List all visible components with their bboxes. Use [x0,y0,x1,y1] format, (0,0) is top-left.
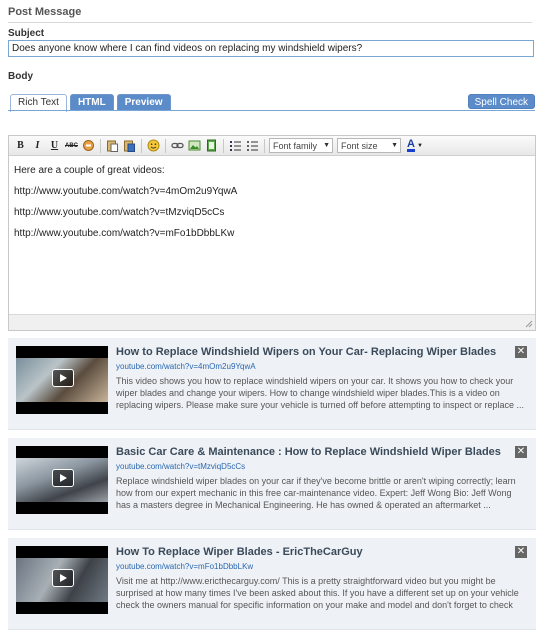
emoticon-icon[interactable] [146,138,161,153]
bold-button[interactable]: B [13,138,28,153]
font-family-select[interactable]: Font family ▼ [269,138,333,153]
font-size-value: Font size [341,140,378,151]
editor-statusbar [9,314,535,330]
toolbar-separator [141,138,142,153]
paste-text-icon[interactable] [105,138,120,153]
close-icon[interactable]: ✕ [515,346,527,358]
video-description: Replace windshield wiper blades on your … [116,476,516,510]
subject-input[interactable] [8,40,534,57]
resize-grip-icon[interactable] [523,318,533,328]
chevron-down-icon: ▼ [391,142,398,149]
link-icon[interactable] [170,138,185,153]
editor-content[interactable]: Here are a couple of great videos: http:… [9,156,535,313]
video-description: This video shows you how to replace wind… [116,376,525,410]
editor-toolbar: B I U ABC Font family ▼ Font size ▼ A ▼ [9,136,535,156]
numbered-list-icon[interactable] [228,138,243,153]
video-url[interactable]: youtube.com/watch?v=mFo1bDbbLKw [116,562,253,571]
underline-button[interactable]: U [47,138,62,153]
rich-text-editor: B I U ABC Font family ▼ Font size ▼ A ▼ … [8,135,536,331]
body-label: Body [8,71,33,82]
font-color-button[interactable]: A ▼ [403,138,427,153]
video-description: Visit me at http://www.ericthecarguy.com… [116,576,519,610]
video-card: Basic Car Care & Maintenance : How to Re… [8,438,536,530]
tab-divider [8,110,535,111]
toolbar-separator [223,138,224,153]
play-icon [52,369,74,387]
tab-html[interactable]: HTML [69,94,114,111]
subject-label: Subject [8,28,45,39]
paste-word-icon[interactable] [122,138,137,153]
video-url[interactable]: youtube.com/watch?v=4mOm2u9YqwA [116,362,256,371]
editor-tabs: Rich Text HTML Preview [10,94,171,112]
chevron-down-icon: ▼ [417,142,423,149]
close-icon[interactable]: ✕ [515,546,527,558]
close-icon[interactable]: ✕ [515,446,527,458]
video-title[interactable]: How to Replace Windshield Wipers on Your… [116,346,496,358]
clear-format-icon[interactable] [81,138,96,153]
toolbar-separator [100,138,101,153]
video-title[interactable]: Basic Car Care & Maintenance : How to Re… [116,446,501,458]
italic-button[interactable]: I [30,138,45,153]
chevron-down-icon: ▼ [323,142,330,149]
media-icon[interactable] [204,138,219,153]
tab-preview[interactable]: Preview [116,94,171,111]
editor-line: http://www.youtube.com/watch?v=mFo1bDbbL… [14,228,235,239]
font-size-select[interactable]: Font size ▼ [337,138,401,153]
section-divider [8,22,532,23]
image-icon[interactable] [187,138,202,153]
toolbar-separator [264,138,265,153]
video-thumbnail[interactable] [16,346,108,414]
toolbar-separator [165,138,166,153]
editor-line: http://www.youtube.com/watch?v=tMzviqD5c… [14,207,225,218]
strikethrough-button[interactable]: ABC [64,138,79,153]
video-title[interactable]: How To Replace Wiper Blades - EricTheCar… [116,546,363,558]
play-icon [52,569,74,587]
video-url[interactable]: youtube.com/watch?v=tMzviqD5cCs [116,462,245,471]
video-thumbnail[interactable] [16,546,108,614]
video-thumbnail[interactable] [16,446,108,514]
video-card: How To Replace Wiper Blades - EricTheCar… [8,538,536,630]
bullet-list-icon[interactable] [245,138,260,153]
video-card: How to Replace Windshield Wipers on Your… [8,338,536,430]
font-color-label: A [407,137,415,152]
section-title: Post Message [8,6,82,18]
play-icon [52,469,74,487]
spell-check-button[interactable]: Spell Check [467,94,535,109]
editor-line: Here are a couple of great videos: [14,165,165,176]
font-family-value: Font family [273,140,318,151]
editor-line: http://www.youtube.com/watch?v=4mOm2u9Yq… [14,186,238,197]
